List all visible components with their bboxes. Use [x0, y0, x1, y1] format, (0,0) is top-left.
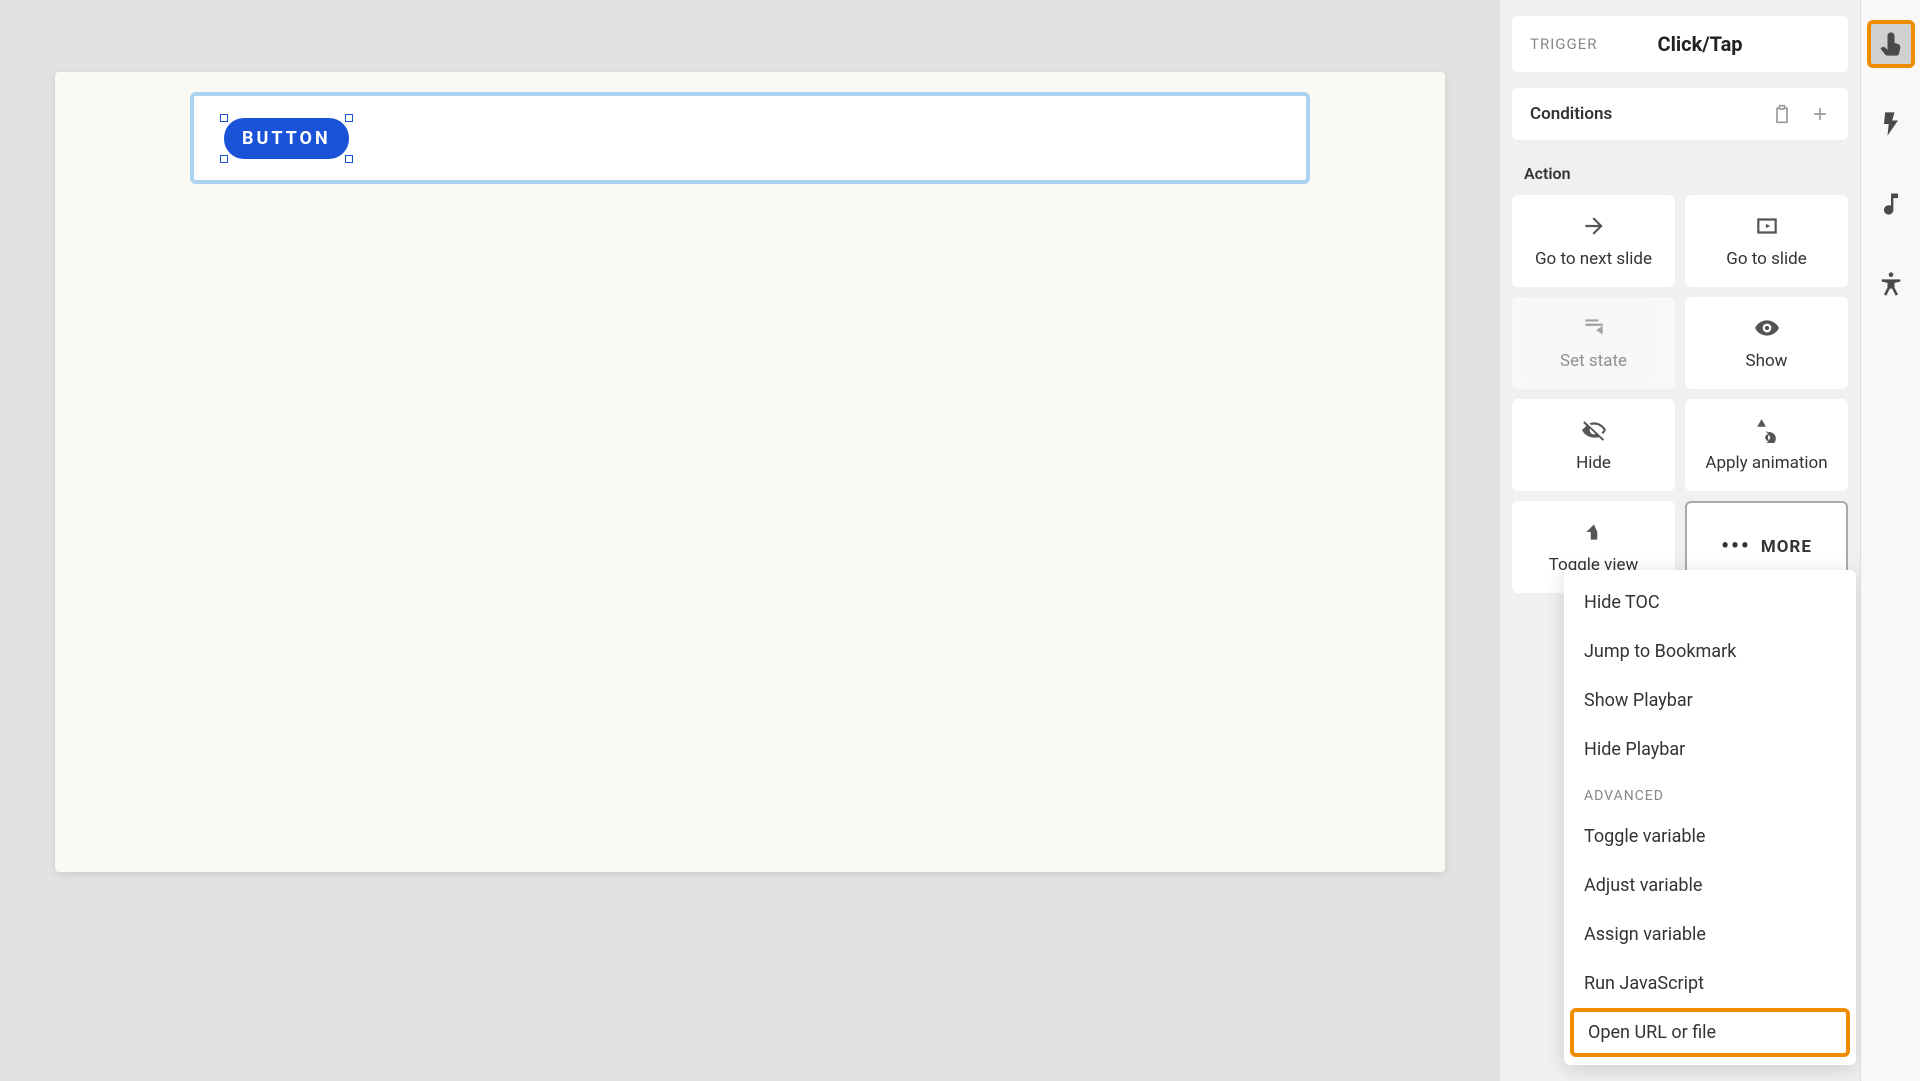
resize-handle-tl[interactable]: [220, 114, 228, 122]
rail-interactions-icon[interactable]: [1867, 20, 1915, 68]
trigger-row[interactable]: TRIGGER Click/Tap: [1512, 16, 1848, 72]
plus-icon[interactable]: [1810, 104, 1830, 124]
slide-target-icon: [1754, 213, 1780, 239]
dropdown-open-url-or-file[interactable]: Open URL or file: [1570, 1008, 1850, 1057]
action-go-to-next-slide[interactable]: Go to next slide: [1512, 195, 1675, 287]
trigger-label: TRIGGER: [1530, 35, 1597, 53]
eye-icon: [1754, 315, 1780, 341]
dropdown-toggle-variable[interactable]: Toggle variable: [1564, 812, 1856, 861]
more-label: MORE: [1761, 537, 1812, 557]
state-icon: [1581, 315, 1607, 341]
right-panel: TRIGGER Click/Tap Conditions Action Go t…: [1500, 0, 1920, 1081]
animation-icon: [1754, 417, 1780, 443]
action-label: Show: [1746, 351, 1788, 371]
resize-handle-bl[interactable]: [220, 155, 228, 163]
action-go-to-slide[interactable]: Go to slide: [1685, 195, 1848, 287]
action-label: Go to slide: [1726, 249, 1806, 269]
action-hide[interactable]: Hide: [1512, 399, 1675, 491]
arrow-right-icon: [1581, 213, 1607, 239]
action-label: Apply animation: [1705, 453, 1827, 473]
eye-off-icon: [1581, 417, 1607, 443]
action-apply-animation[interactable]: Apply animation: [1685, 399, 1848, 491]
icon-rail: [1860, 0, 1920, 1081]
music-icon: [1877, 190, 1905, 218]
bolt-icon: [1877, 110, 1905, 138]
canvas-button-label: BUTTON: [242, 128, 331, 149]
resize-handle-br[interactable]: [345, 155, 353, 163]
dropdown-jump-bookmark[interactable]: Jump to Bookmark: [1564, 627, 1856, 676]
dropdown-assign-variable[interactable]: Assign variable: [1564, 910, 1856, 959]
action-show[interactable]: Show: [1685, 297, 1848, 389]
action-label: Set state: [1560, 351, 1627, 371]
toggle-view-icon: [1581, 519, 1607, 545]
dropdown-show-playbar[interactable]: Show Playbar: [1564, 676, 1856, 725]
clipboard-icon[interactable]: [1772, 104, 1792, 124]
dropdown-advanced-header: ADVANCED: [1564, 774, 1856, 812]
conditions-row: Conditions: [1512, 88, 1848, 140]
dropdown-adjust-variable[interactable]: Adjust variable: [1564, 861, 1856, 910]
slide[interactable]: BUTTON: [55, 72, 1445, 872]
action-label: Go to next slide: [1535, 249, 1652, 269]
rail-triggers-icon[interactable]: [1867, 100, 1915, 148]
dropdown-hide-playbar[interactable]: Hide Playbar: [1564, 725, 1856, 774]
action-section-label: Action: [1500, 140, 1860, 195]
rail-audio-icon[interactable]: [1867, 180, 1915, 228]
selected-element-box[interactable]: BUTTON: [190, 92, 1310, 184]
more-actions-dropdown: Hide TOC Jump to Bookmark Show Playbar H…: [1564, 570, 1856, 1065]
conditions-label: Conditions: [1530, 104, 1612, 124]
touch-icon: [1877, 30, 1905, 58]
dropdown-hide-toc[interactable]: Hide TOC: [1564, 578, 1856, 627]
action-label: Hide: [1576, 453, 1611, 473]
accessibility-icon: [1877, 270, 1905, 298]
resize-handle-tr[interactable]: [345, 114, 353, 122]
trigger-value: Click/Tap: [1657, 32, 1742, 56]
action-set-state: Set state: [1512, 297, 1675, 389]
canvas-area: BUTTON: [0, 0, 1500, 1081]
rail-accessibility-icon[interactable]: [1867, 260, 1915, 308]
dropdown-run-javascript[interactable]: Run JavaScript: [1564, 959, 1856, 1008]
canvas-button[interactable]: BUTTON: [224, 118, 349, 159]
